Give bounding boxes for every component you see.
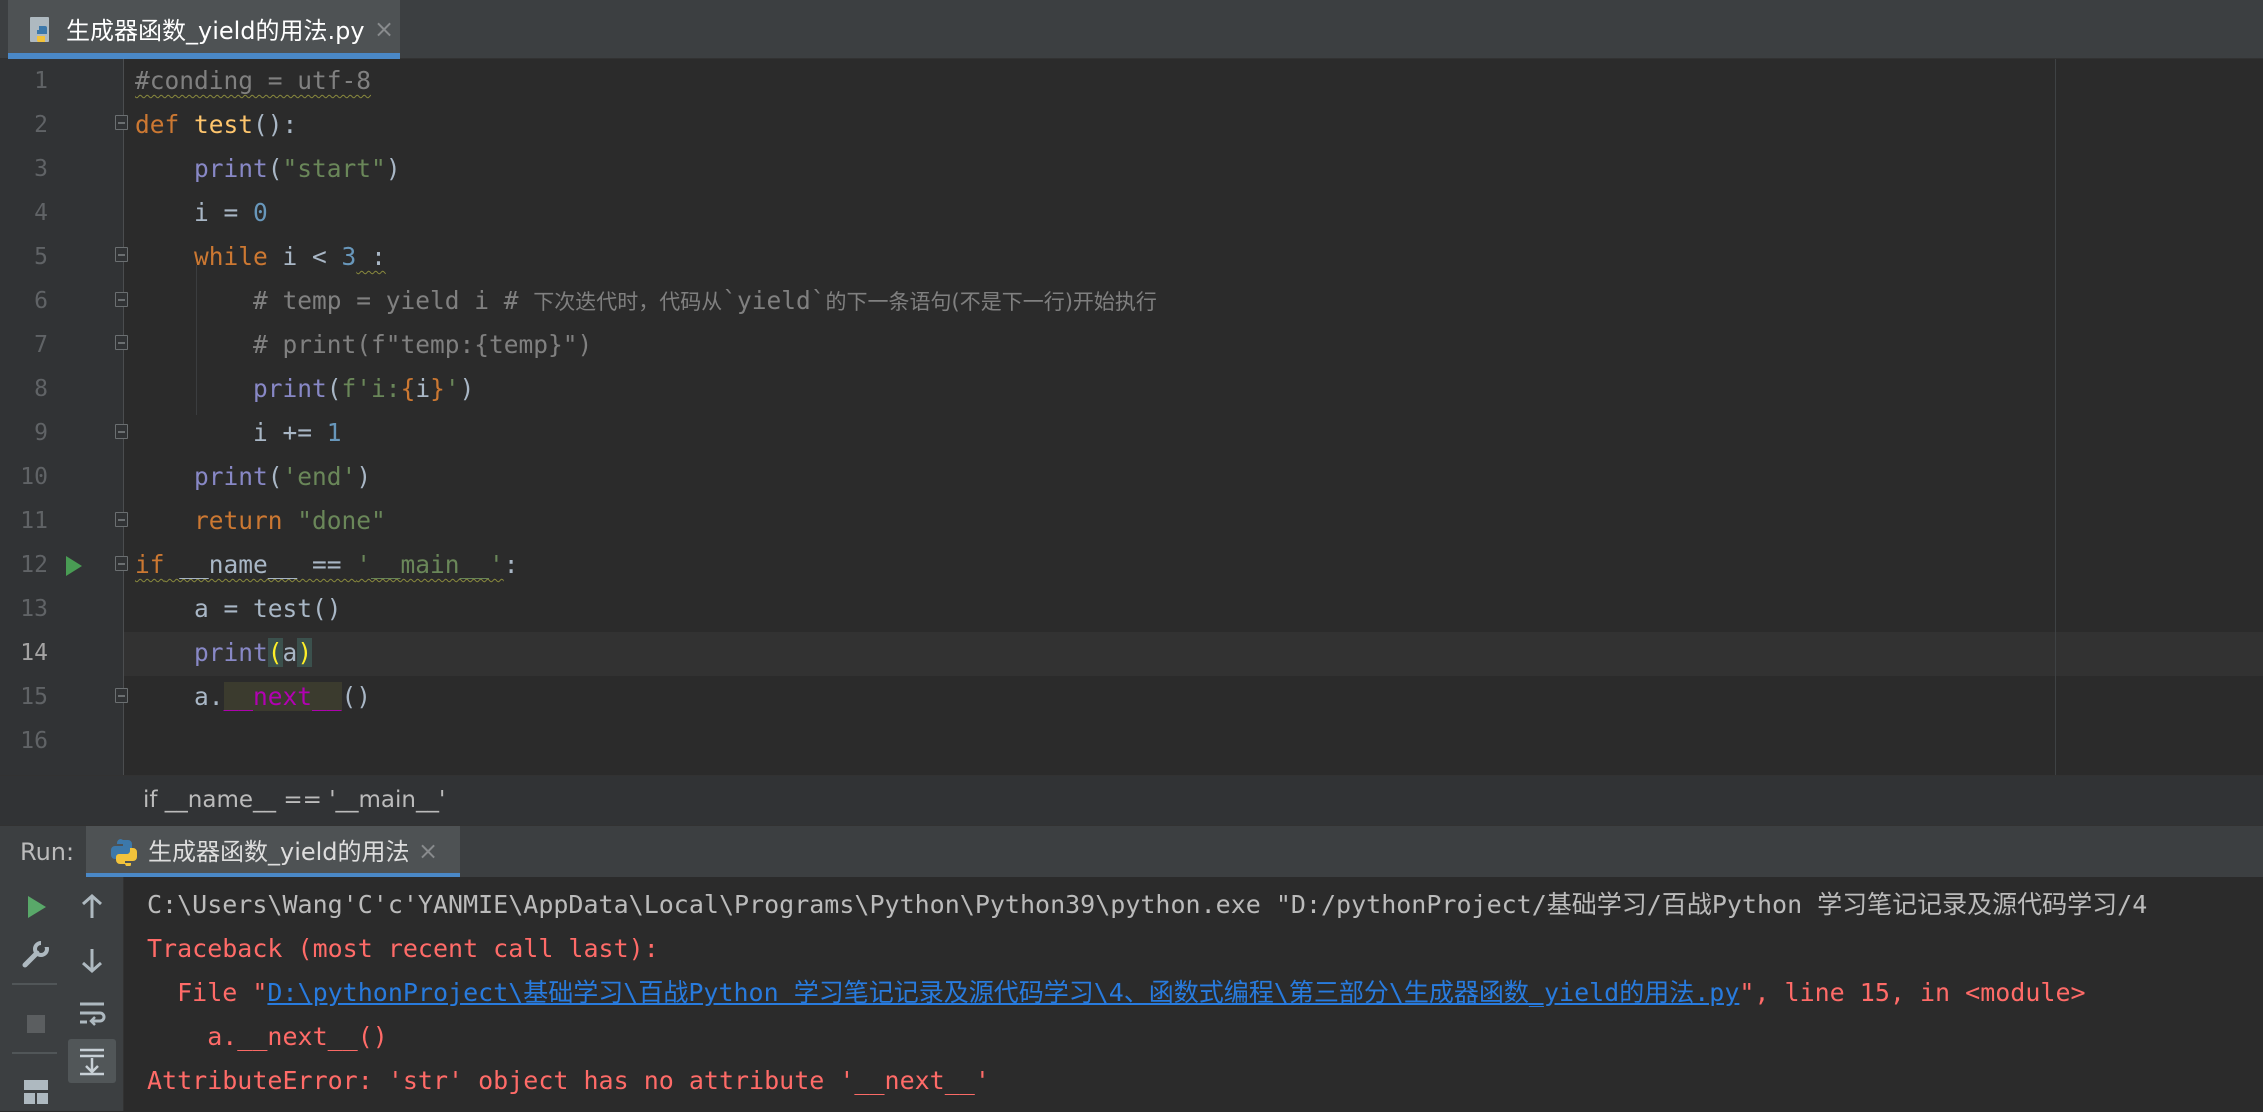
fold-icon[interactable] — [115, 115, 128, 130]
stop-icon[interactable] — [16, 1004, 56, 1044]
console-command-line: C:\Users\Wang'C'c'YANMIE\AppData\Local\P… — [147, 890, 2148, 919]
code-line-5: while i < 3 : — [194, 242, 386, 271]
code-line-7: # print(f"temp:{temp}") — [253, 330, 593, 359]
line-number: 3 — [34, 156, 48, 182]
line-number: 8 — [34, 376, 48, 402]
editor-tab-bar: 生成器函数_yield的用法.py × — [0, 0, 2263, 59]
run-panel-header: Run: 生成器函数_yield的用法 × — [0, 825, 2263, 878]
run-tab[interactable]: 生成器函数_yield的用法 × — [86, 826, 460, 878]
error-message: AttributeError: 'str' object has no attr… — [147, 1066, 990, 1095]
run-tab-label: 生成器函数_yield的用法 — [148, 838, 410, 866]
run-gutter-icon[interactable] — [66, 556, 82, 576]
up-arrow-icon[interactable] — [72, 887, 112, 927]
line-number: 4 — [34, 200, 48, 226]
code-line-15: a.__next__() — [194, 682, 372, 711]
run-label: Run: — [20, 838, 75, 866]
code-line-12: if __name__ == '__main__': — [135, 550, 519, 579]
code-line-14: print(a) — [194, 638, 313, 667]
current-line-highlight — [124, 632, 2263, 676]
line-number: 16 — [20, 728, 48, 754]
code-line-9: i += 1 — [253, 418, 342, 447]
right-margin-guide — [2055, 59, 2056, 775]
python-file-icon — [30, 17, 49, 42]
line-number: 9 — [34, 420, 48, 446]
line-number: 5 — [34, 244, 48, 270]
line-number: 7 — [34, 332, 48, 358]
rerun-icon[interactable] — [16, 887, 56, 927]
code-line-3: print("start") — [194, 154, 401, 183]
code-line-13: a = test() — [194, 594, 342, 623]
tab-close-icon[interactable]: × — [374, 15, 394, 43]
code-line-11: return "done" — [194, 506, 386, 535]
wrench-icon[interactable] — [16, 935, 56, 975]
fold-icon[interactable] — [115, 247, 128, 262]
run-tab-close-icon[interactable]: × — [418, 837, 438, 865]
soft-wrap-icon[interactable] — [72, 993, 112, 1033]
traceback-file-link[interactable]: D:\pythonProject\基础学习\百战Python 学习笔记记录及源代… — [267, 978, 1739, 1007]
code-line-2: def test(): — [135, 110, 298, 139]
fold-icon[interactable] — [115, 512, 128, 527]
line-number: 10 — [20, 464, 48, 490]
fold-icon[interactable] — [115, 556, 128, 571]
breadcrumb[interactable]: if __name__ == '__main__' — [0, 775, 2263, 825]
line-number: 12 — [20, 552, 48, 578]
line-number: 11 — [20, 508, 48, 534]
line-number: 6 — [34, 288, 48, 314]
editor-tab[interactable]: 生成器函数_yield的用法.py × — [8, 0, 400, 59]
line-number: 15 — [20, 684, 48, 710]
scroll-to-end-icon — [80, 1048, 104, 1076]
code-line-4: i = 0 — [194, 198, 268, 227]
fold-icon[interactable] — [115, 292, 128, 307]
console-output[interactable]: C:\Users\Wang'C'c'YANMIE\AppData\Local\P… — [124, 877, 2263, 1111]
traceback-header: Traceback (most recent call last): — [147, 934, 659, 963]
code-line-8: print(f'i:{i}') — [253, 374, 475, 403]
code-line-6: # temp = yield i # 下次迭代时，代码从`yield`的下一条语… — [253, 286, 1157, 315]
down-arrow-icon[interactable] — [72, 940, 112, 980]
line-number: 2 — [34, 112, 48, 138]
line-number: 1 — [34, 68, 48, 94]
code-line-10: print('end') — [194, 462, 372, 491]
fold-icon[interactable] — [115, 688, 128, 703]
breadcrumb-item[interactable]: if __name__ == '__main__' — [143, 786, 445, 814]
editor-tab-label: 生成器函数_yield的用法.py — [66, 17, 365, 45]
scroll-to-end-toggle[interactable] — [68, 1039, 116, 1083]
code-line-1: #conding = utf-8 — [135, 66, 372, 95]
code-editor[interactable]: 1 2 3 4 5 6 7 8 9 10 11 12 13 14 15 16 #… — [0, 59, 2263, 775]
run-toolbar — [0, 877, 124, 1111]
python-icon — [111, 839, 137, 866]
fold-icon[interactable] — [115, 424, 128, 439]
layout-icon[interactable] — [16, 1072, 56, 1112]
line-number: 13 — [20, 596, 48, 622]
traceback-file-line: File "D:\pythonProject\基础学习\百战Python 学习笔… — [147, 978, 2086, 1007]
line-number-current: 14 — [20, 640, 48, 666]
traceback-code: a.__next__() — [147, 1022, 388, 1051]
fold-icon[interactable] — [115, 335, 128, 350]
